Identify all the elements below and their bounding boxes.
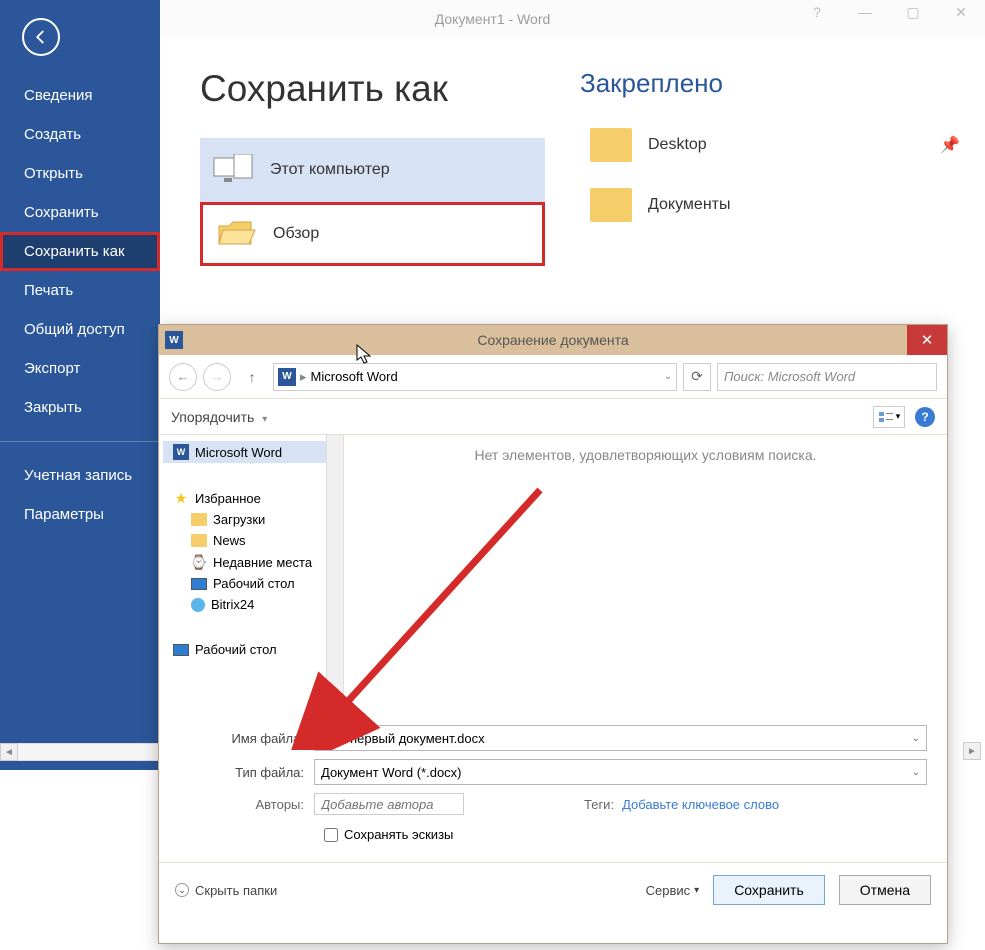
recent-icon: ⌚ xyxy=(191,554,207,570)
dialog-toolbar: Упорядочить ▾ ▾ ? xyxy=(159,399,947,435)
empty-message: Нет элементов, удовлетворяющих условиям … xyxy=(474,447,816,463)
tree-desktop[interactable]: Рабочий стол xyxy=(163,573,339,594)
tags-label: Теги: xyxy=(584,797,614,812)
tree-downloads[interactable]: Загрузки xyxy=(163,509,339,530)
word-icon: W xyxy=(173,444,189,460)
nav-save[interactable]: Сохранить xyxy=(0,193,160,232)
dialog-form: Имя файла: Мой первый документ.docx⌄ Тип… xyxy=(159,715,947,842)
scroll-left-button[interactable]: ◄ xyxy=(0,743,18,761)
filetype-label: Тип файла: xyxy=(179,765,314,780)
search-input[interactable]: Поиск: Microsoft Word xyxy=(717,363,937,391)
location-label: Обзор xyxy=(273,225,319,243)
desktop-icon xyxy=(173,644,189,656)
help-icon[interactable]: ? xyxy=(793,0,841,24)
location-browse[interactable]: Обзор xyxy=(200,202,545,266)
nav-save-as[interactable]: Сохранить как xyxy=(0,232,160,271)
tree-desktop2[interactable]: Рабочий стол xyxy=(163,639,339,660)
computer-icon xyxy=(212,152,254,188)
nav-close[interactable]: Закрыть xyxy=(0,388,160,427)
save-button[interactable]: Сохранить xyxy=(713,875,825,905)
filetype-select[interactable]: Документ Word (*.docx)⌄ xyxy=(314,759,927,785)
pinned-item-documents[interactable]: Документы xyxy=(580,175,980,235)
folder-icon xyxy=(191,534,207,547)
pinned-label: Desktop xyxy=(648,136,707,154)
pinned-label: Документы xyxy=(648,196,730,214)
nav-open[interactable]: Открыть xyxy=(0,154,160,193)
nav-print[interactable]: Печать xyxy=(0,271,160,310)
window-title: Документ1 - Word xyxy=(435,11,551,27)
location-list: Этот компьютер Обзор xyxy=(200,138,545,266)
refresh-button[interactable]: ⟳ xyxy=(683,363,711,391)
scroll-right-button[interactable]: ► xyxy=(963,742,981,760)
breadcrumb-separator: ▸ xyxy=(300,369,307,385)
caret-icon: ⌄ xyxy=(175,883,189,897)
tree-recent[interactable]: ⌚Недавние места xyxy=(163,551,339,573)
folder-open-icon xyxy=(215,216,257,252)
service-menu[interactable]: Сервис▾ xyxy=(646,883,700,898)
filename-label: Имя файла: xyxy=(179,731,314,746)
tags-input[interactable]: Добавьте ключевое слово xyxy=(622,797,779,812)
nav-share[interactable]: Общий доступ xyxy=(0,310,160,349)
folder-icon xyxy=(590,188,632,222)
tree-bitrix[interactable]: Bitrix24 xyxy=(163,594,339,615)
star-icon: ★ xyxy=(173,490,189,506)
backstage-sidebar: Сведения Создать Открыть Сохранить Сохра… xyxy=(0,0,160,770)
nav-back-button[interactable]: ← xyxy=(169,363,197,391)
authors-label: Авторы: xyxy=(179,797,314,812)
chevron-down-icon[interactable]: ⌄ xyxy=(912,767,920,778)
nav-new[interactable]: Создать xyxy=(0,115,160,154)
folder-icon xyxy=(590,128,632,162)
tree-root[interactable]: WMicrosoft Word xyxy=(163,441,339,463)
desktop-icon xyxy=(191,578,207,590)
nav-info[interactable]: Сведения xyxy=(0,76,160,115)
nav-up-button[interactable]: ↑ xyxy=(241,366,263,388)
authors-input[interactable] xyxy=(314,793,464,815)
word-icon: W xyxy=(278,368,296,386)
dialog-close-button[interactable]: ✕ xyxy=(907,325,947,355)
folder-tree[interactable]: WMicrosoft Word ★Избранное Загрузки News… xyxy=(159,435,344,715)
breadcrumb-item[interactable]: Microsoft Word xyxy=(311,369,398,384)
breadcrumb-bar[interactable]: W ▸ Microsoft Word ⌄ xyxy=(273,363,677,391)
chevron-down-icon[interactable]: ⌄ xyxy=(664,371,672,382)
cancel-button[interactable]: Отмена xyxy=(839,875,931,905)
maximize-icon[interactable]: ▢ xyxy=(889,0,937,24)
location-label: Этот компьютер xyxy=(270,161,390,179)
organize-menu[interactable]: Упорядочить ▾ xyxy=(171,409,267,425)
nav-export[interactable]: Экспорт xyxy=(0,349,160,388)
location-this-pc[interactable]: Этот компьютер xyxy=(200,138,545,202)
file-list-area: Нет элементов, удовлетворяющих условиям … xyxy=(344,435,947,715)
tree-news[interactable]: News xyxy=(163,530,339,551)
minimize-icon[interactable]: — xyxy=(841,0,889,24)
pinned-item-desktop[interactable]: Desktop 📌 xyxy=(580,115,980,175)
dialog-footer: ⌄ Скрыть папки Сервис▾ Сохранить Отмена xyxy=(159,862,947,917)
help-button[interactable]: ? xyxy=(915,407,935,427)
view-options-button[interactable]: ▾ xyxy=(873,406,905,428)
word-icon: W xyxy=(165,331,183,349)
pinned-title: Закреплено xyxy=(580,68,980,99)
dialog-title: Сохранение документа xyxy=(477,332,628,348)
dialog-titlebar: W Сохранение документа ✕ xyxy=(159,325,947,355)
save-thumbnail-label: Сохранять эскизы xyxy=(344,827,453,842)
hide-folders-toggle[interactable]: ⌄ Скрыть папки xyxy=(175,883,277,898)
filename-input[interactable]: Мой первый документ.docx⌄ xyxy=(314,725,927,751)
save-dialog: W Сохранение документа ✕ ← → ↑ W ▸ Micro… xyxy=(158,324,948,944)
dialog-navbar: ← → ↑ W ▸ Microsoft Word ⌄ ⟳ Поиск: Micr… xyxy=(159,355,947,399)
bitrix-icon xyxy=(191,598,205,612)
save-thumbnail-checkbox[interactable] xyxy=(324,828,338,842)
folder-icon xyxy=(191,513,207,526)
nav-forward-button[interactable]: → xyxy=(203,363,231,391)
pin-icon[interactable]: 📌 xyxy=(940,135,960,155)
nav-options[interactable]: Параметры xyxy=(0,495,160,534)
pinned-section: Закреплено Desktop 📌 Документы xyxy=(580,68,980,235)
tree-favorites[interactable]: ★Избранное xyxy=(163,487,339,509)
back-button[interactable] xyxy=(22,18,60,56)
nav-account[interactable]: Учетная запись xyxy=(0,456,160,495)
close-icon[interactable]: ✕ xyxy=(937,0,985,24)
chevron-down-icon[interactable]: ⌄ xyxy=(912,733,920,744)
